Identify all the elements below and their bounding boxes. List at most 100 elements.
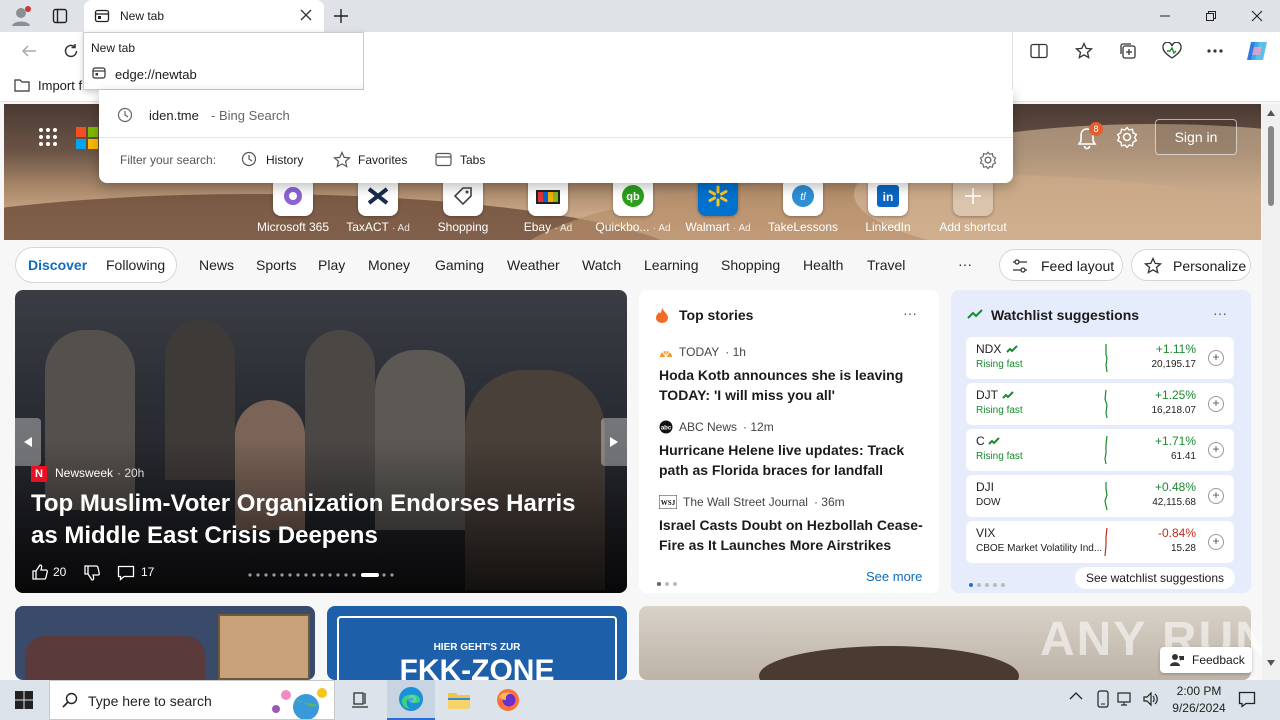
app-launcher-icon[interactable] (38, 127, 58, 147)
story-headline[interactable]: Israel Casts Doubt on Hezbollah Cease-Fi… (659, 515, 929, 555)
add-to-watchlist-button[interactable]: + (1208, 534, 1224, 550)
nav-learning[interactable]: Learning (644, 257, 699, 273)
network-icon[interactable] (1117, 691, 1135, 707)
nav-watch[interactable]: Watch (582, 257, 621, 273)
personalize-button[interactable]: Personalize (1131, 249, 1251, 281)
nav-travel[interactable]: Travel (867, 257, 905, 273)
story-headline[interactable]: Hoda Kotb announces she is leaving TODAY… (659, 365, 929, 405)
see-watchlist-suggestions-button[interactable]: See watchlist suggestions (1075, 567, 1235, 589)
device-icon[interactable] (1095, 690, 1111, 708)
minimize-button[interactable] (1142, 0, 1188, 32)
like-icon[interactable] (31, 563, 49, 581)
suggestion-item[interactable]: iden.tme - Bing Search (99, 100, 1013, 130)
news-card-ekk[interactable]: HIER GEHT'S ZUR FKK-ZONE (327, 606, 627, 680)
shortcut-ebay[interactable]: Ebay · Ad (508, 176, 588, 234)
start-button[interactable] (0, 680, 48, 720)
add-to-watchlist-button[interactable]: + (1208, 396, 1224, 412)
top-story-item[interactable]: abc ABC News · 12m Hurricane Helene live u… (659, 420, 929, 480)
hero-headline[interactable]: Top Muslim-Voter Organization Endorses H… (31, 488, 601, 552)
volume-icon[interactable] (1142, 690, 1160, 708)
settings-more-icon[interactable] (1198, 34, 1232, 68)
address-bar-input-area[interactable] (364, 32, 1013, 90)
nav-money[interactable]: Money (368, 257, 410, 273)
watchlist-row[interactable]: C Rising fast +1.71% 61.41 + (966, 429, 1234, 471)
tab-hover-card: New tab edge://newtab (83, 32, 364, 90)
shortcut-walmart[interactable]: Walmart · Ad (678, 176, 758, 234)
page-scrollbar[interactable] (1262, 104, 1280, 680)
feed-layout-button[interactable]: Feed layout (999, 249, 1123, 281)
import-favorites-link[interactable]: Import f (38, 78, 82, 93)
taskbar-firefox[interactable] (484, 680, 532, 720)
shortcut-linkedin[interactable]: in LinkedIn (848, 176, 928, 234)
nav-health[interactable]: Health (803, 257, 843, 273)
watchlist-more-button[interactable]: ··· (1213, 305, 1227, 321)
add-to-watchlist-button[interactable]: + (1208, 488, 1224, 504)
new-tab-button[interactable] (333, 8, 349, 24)
feedback-label: Feedback (1192, 653, 1245, 667)
shortcut-microsoft-365[interactable]: Microsoft 365 (253, 176, 333, 234)
notification-center-icon[interactable] (1238, 690, 1256, 708)
top-stories-more-button[interactable]: ··· (903, 305, 917, 321)
clock-time[interactable]: 2:00 PM (1166, 684, 1232, 698)
top-story-item[interactable]: TODAY · 1h Hoda Kotb announces she is lea… (659, 345, 929, 405)
browser-essentials-icon[interactable] (1155, 34, 1189, 68)
sign-in-button[interactable]: Sign in (1155, 119, 1237, 155)
add-to-watchlist-button[interactable]: + (1208, 442, 1224, 458)
shortcut-shopping[interactable]: Shopping (423, 176, 503, 234)
comment-icon[interactable] (117, 564, 135, 582)
nav-more-button[interactable]: ··· (958, 256, 972, 272)
nav-play[interactable]: Play (318, 257, 345, 273)
watchlist-row[interactable]: VIX CBOE Market Volatility Ind... -0.84%… (966, 521, 1234, 563)
hero-story-card[interactable]: N Newsweek · 20h Top Muslim-Voter Organi… (15, 290, 627, 593)
split-screen-icon[interactable] (1022, 34, 1056, 68)
add-to-watchlist-button[interactable]: + (1208, 350, 1224, 366)
carousel-dots[interactable] (247, 572, 397, 578)
see-more-link[interactable]: See more (866, 569, 922, 584)
tab-discover[interactable]: Discover (28, 257, 87, 273)
nav-gaming[interactable]: Gaming (435, 257, 484, 273)
tab-actions-icon[interactable] (52, 8, 68, 24)
shortcut-taxact[interactable]: TaxACT · Ad (338, 176, 418, 234)
carousel-prev-button[interactable] (15, 418, 41, 466)
news-card-image[interactable] (15, 606, 315, 680)
taskbar-search-box[interactable]: Type here to search (49, 680, 335, 720)
show-hidden-icons-chevron-icon[interactable] (1069, 691, 1083, 701)
task-view-button[interactable] (336, 680, 384, 720)
feedback-button[interactable]: Feedback (1160, 647, 1252, 673)
tab-new-tab[interactable]: New tab (84, 0, 324, 32)
filter-tabs-button[interactable]: Tabs (435, 149, 495, 171)
shortcut-add[interactable]: Add shortcut (933, 176, 1013, 234)
close-tab-icon[interactable] (300, 9, 312, 21)
nav-shopping[interactable]: Shopping (721, 257, 780, 273)
collections-icon[interactable] (1111, 34, 1145, 68)
profile-icon[interactable] (10, 5, 32, 27)
taskbar-edge-app[interactable] (387, 680, 435, 720)
nav-sports[interactable]: Sports (256, 257, 296, 273)
nav-weather[interactable]: Weather (507, 257, 560, 273)
scrollbar-thumb[interactable] (1268, 126, 1274, 206)
shortcut-takelessons[interactable]: tl TakeLessons (763, 176, 843, 234)
watchlist-row[interactable]: DJI DOW +0.48% 42,115.68 + (966, 475, 1234, 517)
filter-history-button[interactable]: History (241, 149, 311, 171)
restore-button[interactable] (1188, 0, 1234, 32)
nav-news[interactable]: News (199, 257, 234, 273)
tab-following[interactable]: Following (106, 257, 165, 273)
clock-date[interactable]: 9/26/2024 (1166, 701, 1232, 715)
story-headline[interactable]: Hurricane Helene live updates: Track pat… (659, 440, 929, 480)
page-settings-icon[interactable] (1116, 126, 1138, 148)
stories-pager-dots[interactable] (655, 574, 679, 589)
copilot-icon[interactable] (1245, 39, 1269, 63)
filter-favorites-button[interactable]: Favorites (333, 149, 413, 171)
back-button[interactable] (12, 34, 46, 68)
search-settings-gear-icon[interactable] (979, 151, 997, 169)
close-window-button[interactable] (1234, 0, 1280, 32)
carousel-next-button[interactable] (601, 418, 627, 466)
watchlist-row[interactable]: DJT Rising fast +1.25% 16,218.07 + (966, 383, 1234, 425)
shortcut-quickbooks[interactable]: qb Quickbo... · Ad (593, 176, 673, 234)
watchlist-pager-dots[interactable] (967, 575, 1007, 590)
dislike-icon[interactable] (83, 564, 101, 582)
favorites-icon[interactable] (1067, 34, 1101, 68)
taskbar-file-explorer[interactable] (435, 680, 483, 720)
top-story-item[interactable]: WSJ The Wall Street Journal · 36m Israel C… (659, 495, 929, 555)
watchlist-row[interactable]: NDX Rising fast +1.11% 20,195.17 + (966, 337, 1234, 379)
